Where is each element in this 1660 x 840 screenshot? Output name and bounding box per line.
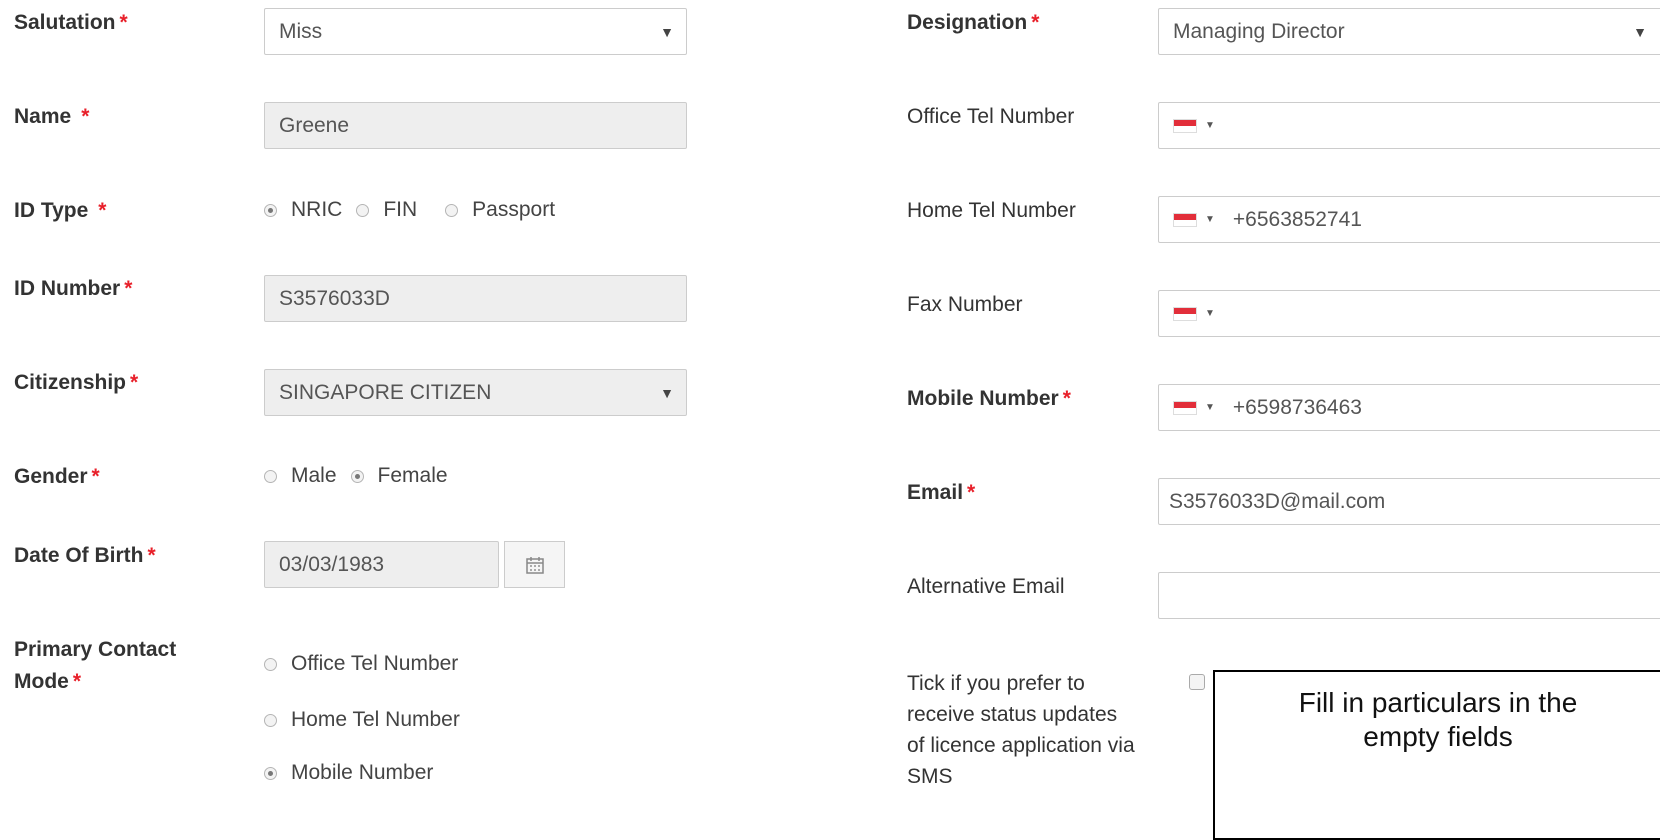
primary-contact-label-line2: Mode	[14, 670, 69, 693]
gender-radio-group: Male Female	[264, 464, 462, 488]
primary-contact-home-row: Home Tel Number	[264, 708, 474, 732]
designation-label: Designation *	[907, 11, 1040, 34]
radio-male[interactable]	[264, 469, 277, 483]
sms-pref-line: Tick if you prefer to	[907, 672, 1085, 695]
home-tel-value: +6563852741	[1232, 207, 1362, 231]
alt-email-label: Alternative Email	[907, 575, 1065, 598]
radio-female-label: Female	[377, 464, 448, 487]
radio-female[interactable]	[350, 469, 364, 483]
instruction-callout: Fill in particulars in the empty fields	[1213, 670, 1660, 840]
instruction-line1: Fill in particulars in the	[1298, 687, 1578, 718]
home-tel-label: Home Tel Number	[907, 199, 1076, 222]
sms-pref-line: of licence application via	[907, 734, 1135, 757]
caret-down-icon: ▼	[1205, 214, 1215, 225]
radio-home-tel[interactable]	[264, 713, 277, 727]
instruction-line2: empty fields	[1363, 721, 1513, 752]
radio-nric-label: NRIC	[291, 198, 343, 221]
singapore-flag-icon[interactable]	[1173, 306, 1197, 321]
alt-email-field[interactable]	[1158, 572, 1660, 619]
mobile-value: +6598736463	[1232, 395, 1362, 419]
citizenship-label: Citizenship *	[14, 371, 139, 394]
primary-contact-label-line1: Primary Contact	[14, 638, 177, 661]
singapore-flag-icon[interactable]	[1173, 212, 1197, 227]
caret-down-icon: ▼	[1205, 402, 1215, 413]
radio-mobile[interactable]	[264, 766, 277, 780]
chevron-down-icon: ▼	[660, 384, 674, 401]
primary-contact-label: Primary Contact Mode *	[14, 638, 177, 693]
mobile-label: Mobile Number *	[907, 387, 1071, 410]
designation-select[interactable]: Managing Director ▼	[1158, 8, 1660, 55]
home-tel-field[interactable]: ▼ +6563852741	[1158, 196, 1660, 243]
id-type-label: ID Type *	[14, 199, 107, 222]
dob-field[interactable]: 03/03/1983	[264, 541, 499, 588]
calendar-icon	[525, 556, 544, 574]
name-label: Name *	[14, 105, 90, 128]
caret-down-icon: ▼	[1205, 308, 1215, 319]
radio-nric[interactable]	[264, 203, 277, 217]
fax-label: Fax Number	[907, 293, 1023, 316]
gender-label: Gender *	[14, 465, 100, 488]
id-number-label: ID Number *	[14, 277, 133, 300]
salutation-select[interactable]: Miss ▼	[264, 8, 687, 55]
radio-passport-label: Passport	[472, 198, 556, 221]
citizenship-select[interactable]: SINGAPORE CITIZEN ▼	[264, 369, 687, 416]
calendar-button[interactable]	[504, 541, 565, 588]
radio-mobile-label: Mobile Number	[291, 761, 434, 784]
radio-home-tel-label: Home Tel Number	[291, 708, 460, 731]
name-field[interactable]: Greene	[264, 102, 687, 149]
radio-office-tel-label: Office Tel Number	[291, 652, 459, 675]
singapore-flag-icon[interactable]	[1173, 118, 1197, 133]
singapore-flag-icon[interactable]	[1173, 400, 1197, 415]
office-tel-label: Office Tel Number	[907, 105, 1075, 128]
radio-fin[interactable]	[356, 203, 370, 217]
sms-pref-label: Tick if you prefer to receive status upd…	[907, 668, 1135, 792]
email-field[interactable]: S3576033D@mail.com	[1158, 478, 1660, 525]
dob-label: Date Of Birth *	[14, 544, 156, 567]
chevron-down-icon: ▼	[660, 23, 674, 40]
primary-contact-office-row: Office Tel Number	[264, 652, 472, 676]
radio-fin-label: FIN	[383, 198, 418, 221]
id-number-field[interactable]: S3576033D	[264, 275, 687, 322]
primary-contact-mobile-row: Mobile Number	[264, 761, 447, 785]
chevron-down-icon: ▼	[1633, 23, 1647, 40]
sms-pref-line: receive status updates	[907, 703, 1118, 726]
salutation-label: Salutation *	[14, 11, 128, 34]
caret-down-icon: ▼	[1205, 120, 1215, 131]
sms-pref-line: SMS	[907, 765, 953, 788]
email-label: Email *	[907, 481, 976, 504]
radio-passport[interactable]	[445, 203, 459, 217]
mobile-field[interactable]: ▼ +6598736463	[1158, 384, 1660, 431]
office-tel-field[interactable]: ▼	[1158, 102, 1660, 149]
fax-field[interactable]: ▼	[1158, 290, 1660, 337]
sms-pref-checkbox[interactable]	[1189, 674, 1205, 690]
id-type-radio-group: NRIC FIN Passport	[264, 198, 569, 222]
radio-office-tel[interactable]	[264, 657, 277, 671]
radio-male-label: Male	[291, 464, 337, 487]
